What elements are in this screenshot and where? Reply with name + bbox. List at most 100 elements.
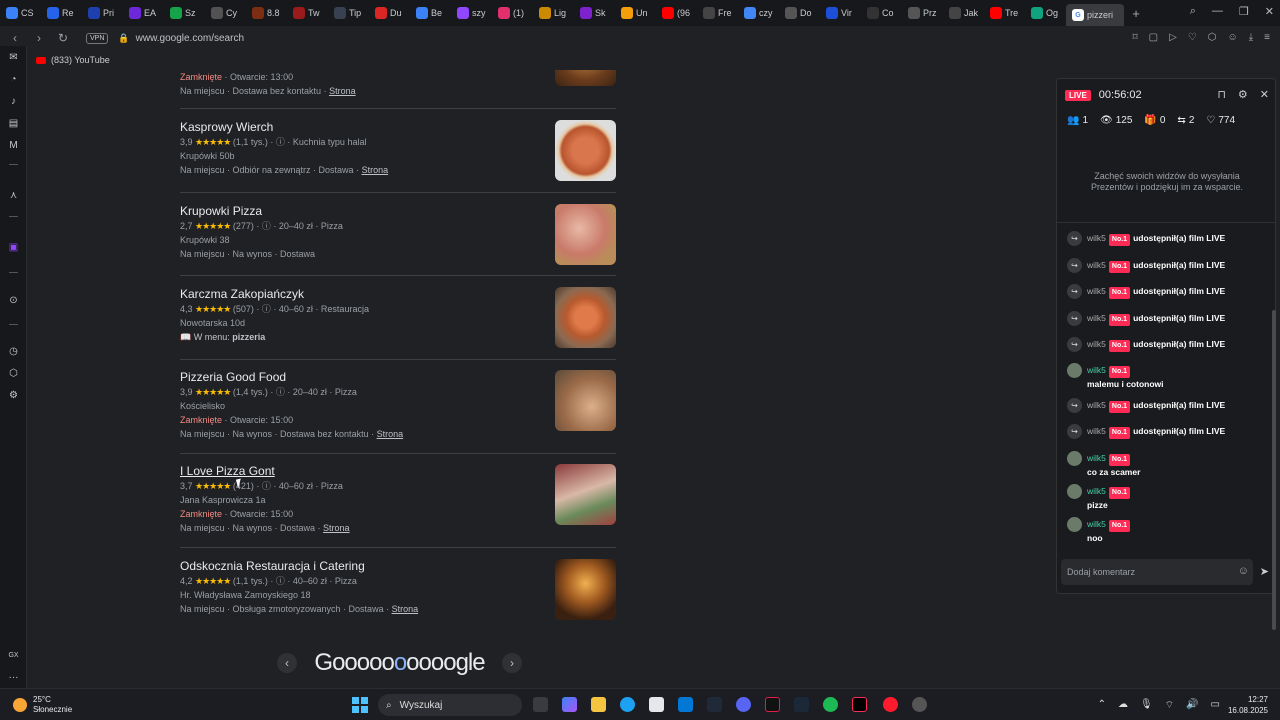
active-tab[interactable]: Gpizzeri — [1066, 4, 1124, 26]
browser-tab[interactable]: Co — [861, 0, 902, 26]
website-link[interactable]: Strona — [377, 429, 404, 439]
history-icon[interactable]: ◔ — [7, 73, 20, 86]
browser-tab[interactable]: Og — [1025, 0, 1066, 26]
browser-tab[interactable]: Tw — [287, 0, 328, 26]
thumbnail[interactable] — [555, 120, 616, 181]
comment-input[interactable]: Dodaj komentarz ☺ — [1061, 559, 1253, 585]
back-icon[interactable]: ‹ — [6, 31, 24, 45]
forward-icon[interactable]: › — [30, 31, 48, 45]
emoji-icon[interactable]: ☺ — [1238, 565, 1249, 577]
browser-tab[interactable]: Fre — [697, 0, 738, 26]
messenger-icon[interactable]: ✉ — [7, 51, 20, 64]
avatar[interactable] — [1067, 484, 1082, 499]
thumbnail[interactable] — [555, 287, 616, 348]
browser-tab[interactable]: szy — [451, 0, 492, 26]
website-link[interactable]: Strona — [323, 523, 350, 533]
m-icon[interactable]: M — [7, 139, 20, 152]
close-panel-icon[interactable]: ✕ — [1260, 88, 1269, 101]
result-title[interactable]: Karczma Zakopiańczyk — [180, 287, 616, 301]
browser-tab[interactable]: (1) — [492, 0, 533, 26]
browser-tab[interactable]: Do — [779, 0, 820, 26]
browser-tab[interactable]: Re — [41, 0, 82, 26]
url-field[interactable]: www.google.com/search — [136, 33, 244, 44]
unlock-icon[interactable]: ⊓ — [1217, 88, 1226, 101]
browser-tab[interactable]: Lig — [533, 0, 574, 26]
chevron-up-icon[interactable]: ⌃ — [1098, 699, 1106, 712]
bookmark-icon[interactable]: ⌑ — [1133, 32, 1138, 43]
mic-icon[interactable]: 🎙 — [1140, 699, 1153, 712]
start-button[interactable] — [352, 697, 368, 713]
thumbnail[interactable] — [555, 464, 616, 525]
copilot-icon[interactable] — [562, 697, 577, 712]
browser-tab[interactable]: Tre — [984, 0, 1025, 26]
browser-tab[interactable]: Un — [615, 0, 656, 26]
browser-tab[interactable]: EA — [123, 0, 164, 26]
file-explorer-icon[interactable] — [591, 697, 606, 712]
avatar[interactable] — [1067, 517, 1082, 532]
next-page-button[interactable]: › — [502, 653, 522, 673]
wallet-icon[interactable]: ▤ — [7, 117, 20, 130]
extensions-sidebar-icon[interactable]: ⬡ — [7, 367, 20, 380]
close-window-icon[interactable]: ✕ — [1265, 5, 1274, 18]
result-item[interactable]: Pizzeria Good Food 3,9 ★★★★★ (1,4 tys.) … — [180, 370, 616, 441]
volume-icon[interactable]: 🔊 — [1186, 699, 1198, 712]
browser-tab[interactable]: 8.8 — [246, 0, 287, 26]
website-link[interactable]: Strona — [329, 86, 356, 96]
browser-tab[interactable]: Vir — [820, 0, 861, 26]
prev-page-button[interactable]: ‹ — [277, 653, 297, 673]
vpn-badge[interactable]: VPN — [86, 32, 109, 44]
store-icon[interactable] — [649, 697, 664, 712]
maximize-icon[interactable]: ❐ — [1239, 5, 1249, 18]
result-item[interactable]: Odskocznia Restauracja i Catering 4,2 ★★… — [180, 559, 616, 620]
weather-widget[interactable]: 25°C Słonecznie — [13, 695, 72, 715]
play-circle-icon[interactable]: ⊙ — [7, 294, 20, 307]
browser-tab[interactable]: Sk — [574, 0, 615, 26]
browser-tab[interactable]: CS — [0, 0, 41, 26]
obs-icon[interactable] — [912, 697, 927, 712]
browser-tab[interactable]: Prz — [902, 0, 943, 26]
browser-tab[interactable]: Du — [369, 0, 410, 26]
spotify-icon[interactable] — [823, 697, 838, 712]
lock-icon[interactable]: 🔒 — [118, 33, 129, 44]
download-icon[interactable]: ⤓ — [1249, 32, 1253, 43]
steam-icon[interactable] — [794, 697, 809, 712]
snapshot-icon[interactable]: ▢ — [1149, 32, 1158, 43]
battery-icon[interactable]: ▭ — [1211, 699, 1220, 712]
search-tabs-icon[interactable]: ⌕ — [1190, 5, 1196, 18]
thumbnail[interactable] — [555, 204, 616, 265]
browser-tab[interactable]: Be — [410, 0, 451, 26]
clock[interactable]: 12:27 16.08.2025 — [1228, 694, 1268, 716]
send-icon[interactable]: ➤ — [1260, 565, 1269, 578]
google-pager-logo[interactable]: Goooooooooogle — [314, 649, 485, 677]
browser-tab[interactable]: Cy — [205, 0, 246, 26]
player-icon[interactable]: ▷ — [1169, 32, 1177, 43]
taskbar-search[interactable]: ⌕ Wyszukaj — [378, 694, 522, 716]
menu-icon[interactable]: ≡ — [1264, 32, 1270, 43]
website-link[interactable]: Strona — [392, 604, 419, 614]
opera-gx-icon[interactable] — [883, 697, 898, 712]
website-link[interactable]: Strona — [362, 165, 389, 175]
result-item[interactable]: Kasprowy Wierch 3,9 ★★★★★ (1,1 tys.) · ⓘ… — [180, 120, 616, 181]
bookmark-youtube[interactable]: (833) YouTube — [51, 55, 110, 65]
tiktok-sidebar-icon[interactable]: ⋏ — [7, 189, 20, 202]
result-title[interactable]: Krupowki Pizza — [180, 204, 616, 218]
result-title[interactable]: I Love Pizza Gont — [180, 464, 616, 478]
player-sidebar-icon[interactable]: ♪ — [7, 95, 20, 108]
profile-icon[interactable]: ☺ — [1228, 32, 1238, 43]
thumbnail[interactable] — [555, 370, 616, 431]
result-item[interactable]: I Love Pizza Gont 3,7 ★★★★★ (421) · ⓘ · … — [180, 464, 616, 535]
more-icon[interactable]: ··· — [7, 671, 20, 684]
browser-tab[interactable]: Jak — [943, 0, 984, 26]
result-title[interactable]: Pizzeria Good Food — [180, 370, 616, 384]
browser-tab[interactable]: Tip — [328, 0, 369, 26]
browser-tab[interactable]: Sz — [164, 0, 205, 26]
extensions-icon[interactable]: ⬡ — [1208, 32, 1217, 43]
minimize-icon[interactable]: — — [1212, 5, 1223, 18]
tiktok-icon[interactable] — [852, 697, 867, 712]
result-title[interactable]: Odskocznia Restauracja i Catering — [180, 559, 616, 573]
discord-icon[interactable] — [736, 697, 751, 712]
avatar[interactable] — [1067, 363, 1082, 378]
scrollbar[interactable] — [1272, 310, 1276, 630]
task-view-icon[interactable] — [533, 697, 548, 712]
settings-live-icon[interactable]: ⚙ — [1238, 88, 1248, 101]
